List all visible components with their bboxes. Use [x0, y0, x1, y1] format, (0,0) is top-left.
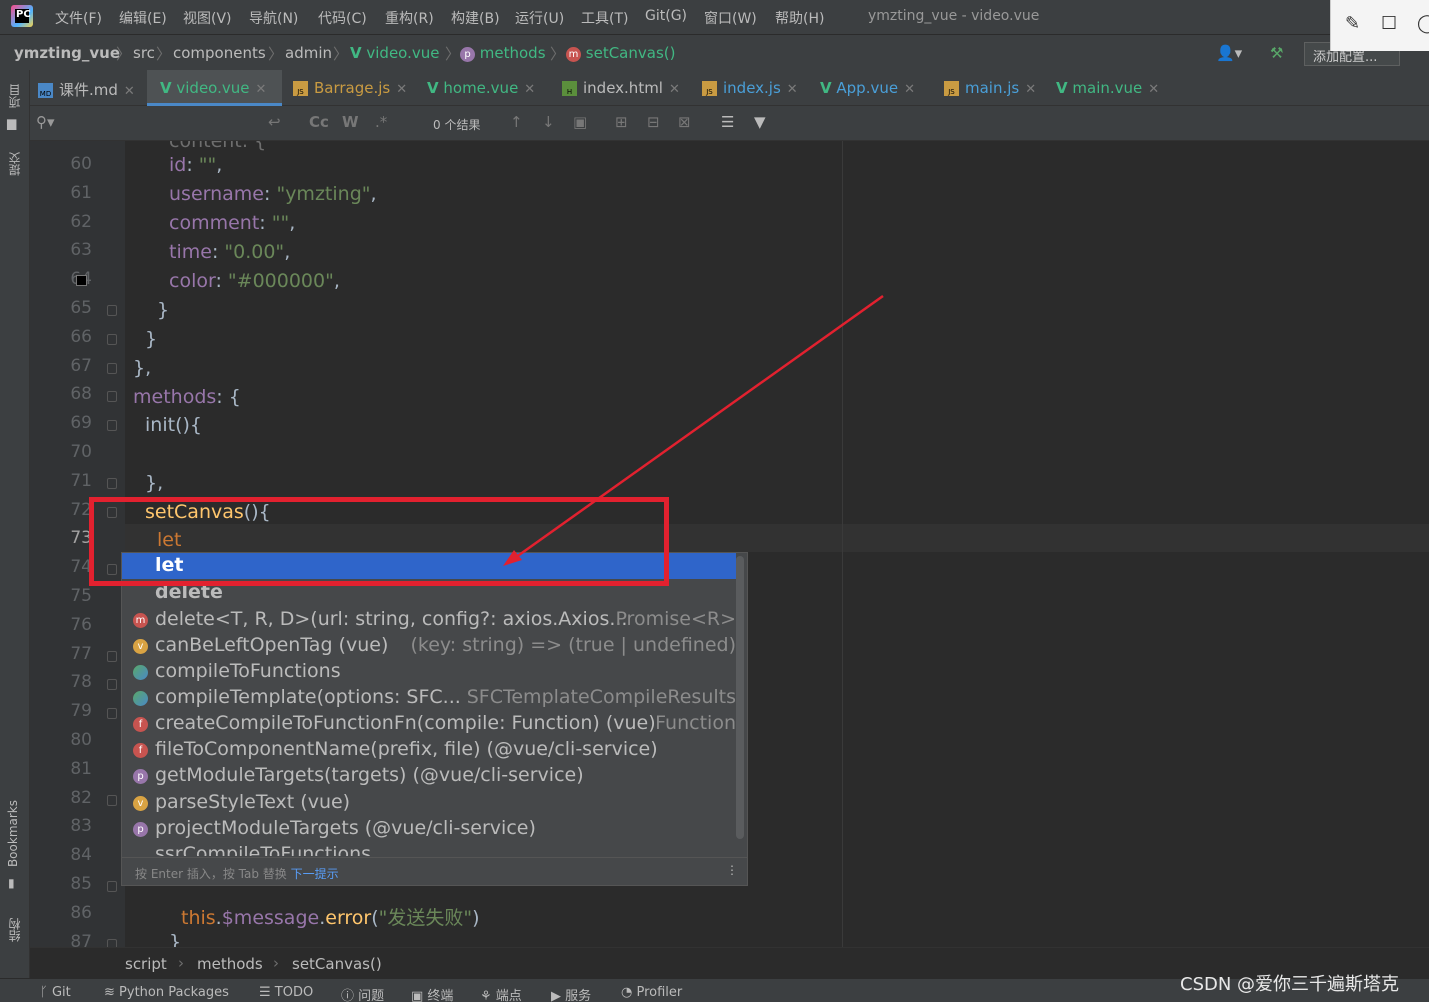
- ide-window: PC 文件(F) 编辑(E) 视图(V) 导航(N) 代码(C) 重构(R) 构…: [0, 0, 1429, 1002]
- info-icon: ⓘ: [341, 989, 359, 1002]
- branch-icon: ᚴ: [40, 985, 52, 1000]
- breadcrumb-script[interactable]: script: [125, 955, 167, 973]
- terminal-icon: ▣: [411, 989, 428, 1002]
- watermark: CSDN @爱你三千遍斯塔克: [1180, 974, 1400, 995]
- git-tool-button[interactable]: ᚴ Git: [40, 985, 71, 1000]
- tool-label: Python Packages: [119, 985, 229, 1000]
- terminal-button[interactable]: ▣ 终端: [411, 985, 453, 1002]
- profiler-icon: ◔: [621, 985, 637, 1000]
- tool-label: Git: [51, 985, 71, 1000]
- tool-label: 端点: [495, 989, 522, 1002]
- profiler-button[interactable]: ◔ Profiler: [621, 985, 682, 1000]
- arrow-head: [503, 550, 522, 566]
- tool-label: TODO: [274, 985, 314, 1000]
- problems-button[interactable]: ⓘ 问题: [341, 985, 384, 1002]
- todo-button[interactable]: ☰ TODO: [259, 985, 313, 1000]
- layers-icon: ≋: [104, 985, 120, 1000]
- list-icon: ☰: [259, 985, 275, 1000]
- annotation-arrow: [503, 294, 884, 566]
- play-circle-icon: ▶: [551, 989, 566, 1002]
- chevron-right-icon: ›: [178, 954, 184, 972]
- breadcrumb-methods[interactable]: methods: [197, 955, 263, 973]
- arrow-line: [511, 294, 884, 562]
- tool-label: 问题: [358, 989, 385, 1002]
- tool-label: Profiler: [636, 985, 683, 1000]
- python-packages-button[interactable]: ≋ Python Packages: [104, 985, 229, 1000]
- breadcrumb-function[interactable]: setCanvas(): [292, 955, 382, 973]
- tool-label: 服务: [565, 989, 592, 1002]
- endpoints-button[interactable]: ⚘ 端点: [480, 985, 522, 1002]
- endpoints-icon: ⚘: [480, 989, 496, 1002]
- services-button[interactable]: ▶ 服务: [551, 985, 591, 1002]
- chevron-right-icon: ›: [273, 954, 279, 972]
- tool-label: 终端: [427, 989, 454, 1002]
